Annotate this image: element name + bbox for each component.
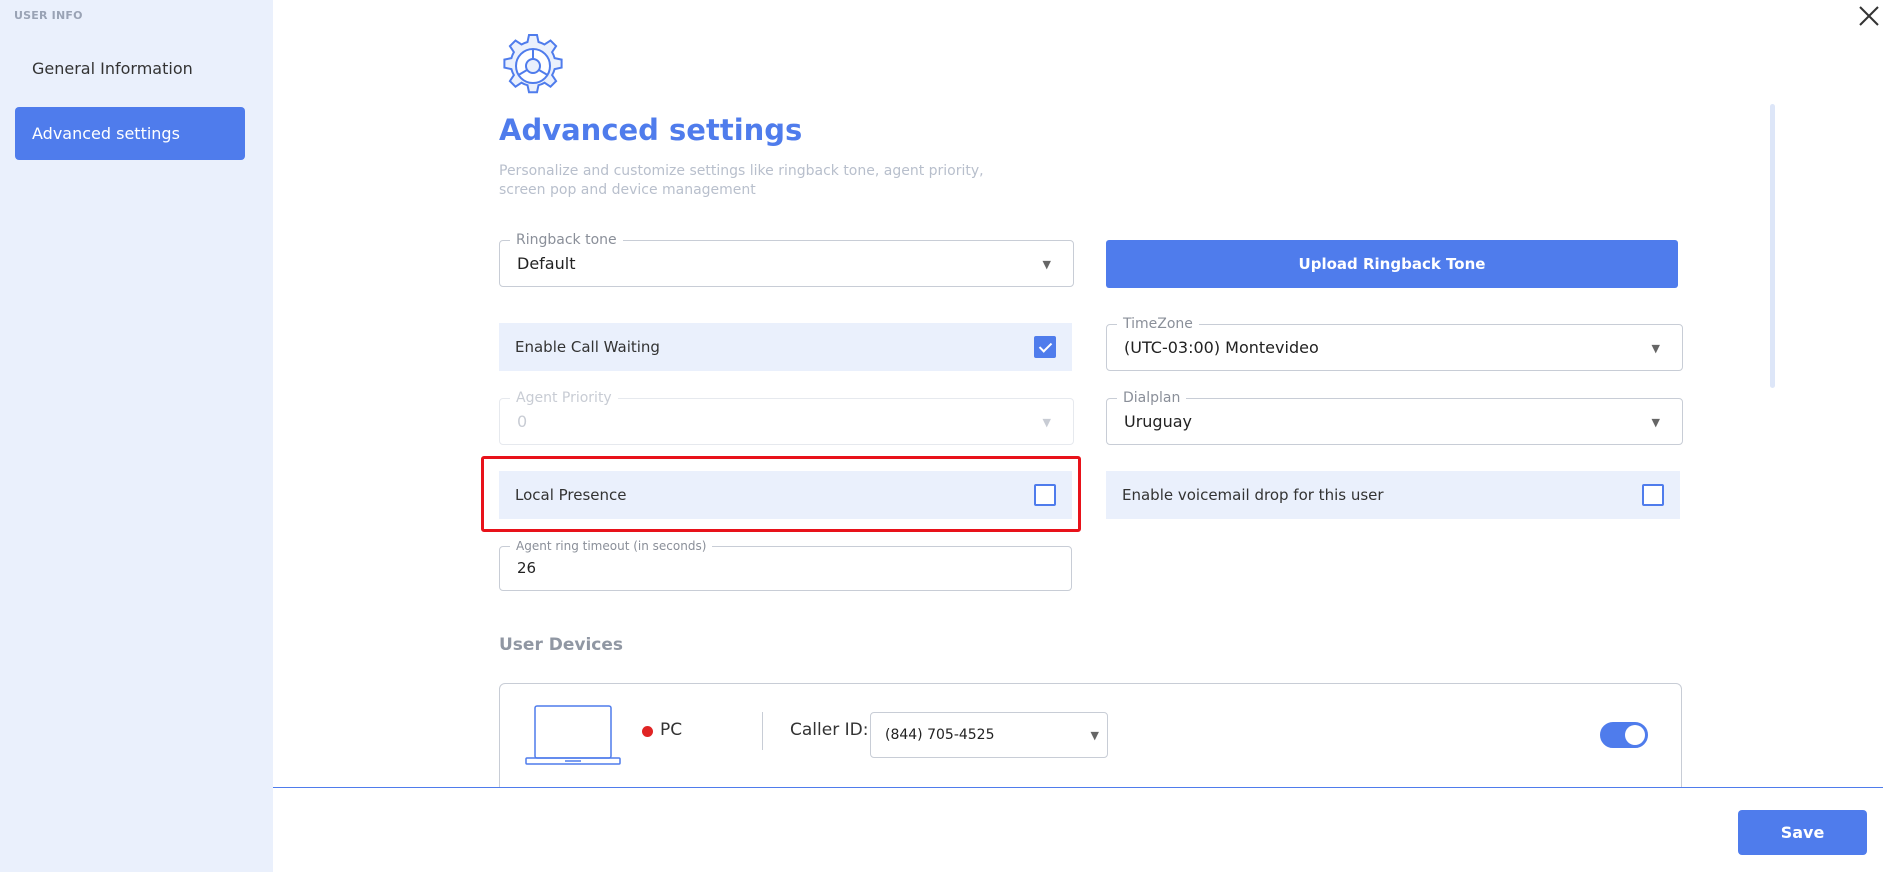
chevron-down-icon: ▼ — [1090, 729, 1099, 742]
chevron-down-icon: ▼ — [1042, 258, 1051, 271]
sidebar-title: USER INFO — [14, 9, 83, 22]
timezone-select[interactable]: TimeZone (UTC-03:00) Montevideo ▼ — [1106, 315, 1683, 371]
voicemail-drop-checkbox[interactable] — [1642, 484, 1664, 506]
device-name: PC — [660, 720, 683, 740]
close-button[interactable] — [1851, 0, 1883, 32]
caller-id-value: (844) 705-4525 — [885, 727, 995, 743]
footer: Save — [273, 787, 1883, 872]
save-button[interactable]: Save — [1738, 810, 1867, 855]
local-presence-row: Local Presence — [499, 471, 1072, 519]
close-icon — [1859, 6, 1879, 26]
agent-priority-value: 0 — [517, 412, 528, 431]
device-card: PC Caller ID: (844) 705-4525 ▼ — [499, 683, 1682, 787]
ring-timeout-input[interactable]: Agent ring timeout (in seconds) 26 — [499, 537, 1072, 591]
call-waiting-row: Enable Call Waiting — [499, 323, 1072, 371]
main-panel: Advanced settings Personalize and custom… — [273, 0, 1883, 787]
chevron-down-icon: ▼ — [1651, 416, 1660, 429]
gear-icon — [503, 34, 563, 94]
local-presence-label: Local Presence — [515, 486, 627, 504]
ring-timeout-label: Agent ring timeout (in seconds) — [510, 537, 713, 555]
chevron-down-icon: ▼ — [1651, 342, 1660, 355]
voicemail-drop-row: Enable voicemail drop for this user — [1106, 471, 1680, 519]
chevron-down-icon: ▼ — [1042, 416, 1051, 429]
sidebar-item-general-information[interactable]: General Information — [15, 42, 245, 95]
call-waiting-checkbox[interactable] — [1034, 336, 1056, 358]
divider — [762, 712, 763, 750]
device-enabled-toggle[interactable] — [1600, 722, 1648, 748]
page-description: Personalize and customize settings like … — [499, 163, 984, 198]
ring-timeout-value: 26 — [517, 559, 537, 577]
user-devices-title: User Devices — [499, 635, 624, 655]
ringback-tone-value: Default — [517, 254, 576, 273]
agent-priority-select: Agent Priority 0 ▼ — [499, 389, 1074, 445]
dialplan-label: Dialplan — [1117, 389, 1187, 407]
timezone-value: (UTC-03:00) Montevideo — [1124, 338, 1319, 357]
voicemail-drop-label: Enable voicemail drop for this user — [1122, 486, 1384, 504]
agent-priority-label: Agent Priority — [510, 389, 618, 407]
sidebar: USER INFO General Information Advanced s… — [0, 0, 273, 872]
ringback-tone-select[interactable]: Ringback tone Default ▼ — [499, 231, 1074, 287]
ringback-tone-label: Ringback tone — [510, 231, 623, 249]
scrollbar[interactable] — [1770, 104, 1775, 388]
page-title: Advanced settings — [499, 113, 803, 147]
caller-id-label: Caller ID: — [790, 720, 869, 740]
sidebar-item-advanced-settings[interactable]: Advanced settings — [15, 107, 245, 160]
timezone-label: TimeZone — [1117, 315, 1199, 333]
local-presence-checkbox[interactable] — [1034, 484, 1056, 506]
upload-ringback-tone-button[interactable]: Upload Ringback Tone — [1106, 240, 1678, 288]
laptop-icon — [525, 705, 621, 765]
dialplan-select[interactable]: Dialplan Uruguay ▼ — [1106, 389, 1683, 445]
device-status-indicator — [642, 726, 653, 737]
call-waiting-label: Enable Call Waiting — [515, 338, 660, 356]
caller-id-select[interactable]: (844) 705-4525 ▼ — [870, 712, 1108, 758]
dialplan-value: Uruguay — [1124, 412, 1192, 431]
